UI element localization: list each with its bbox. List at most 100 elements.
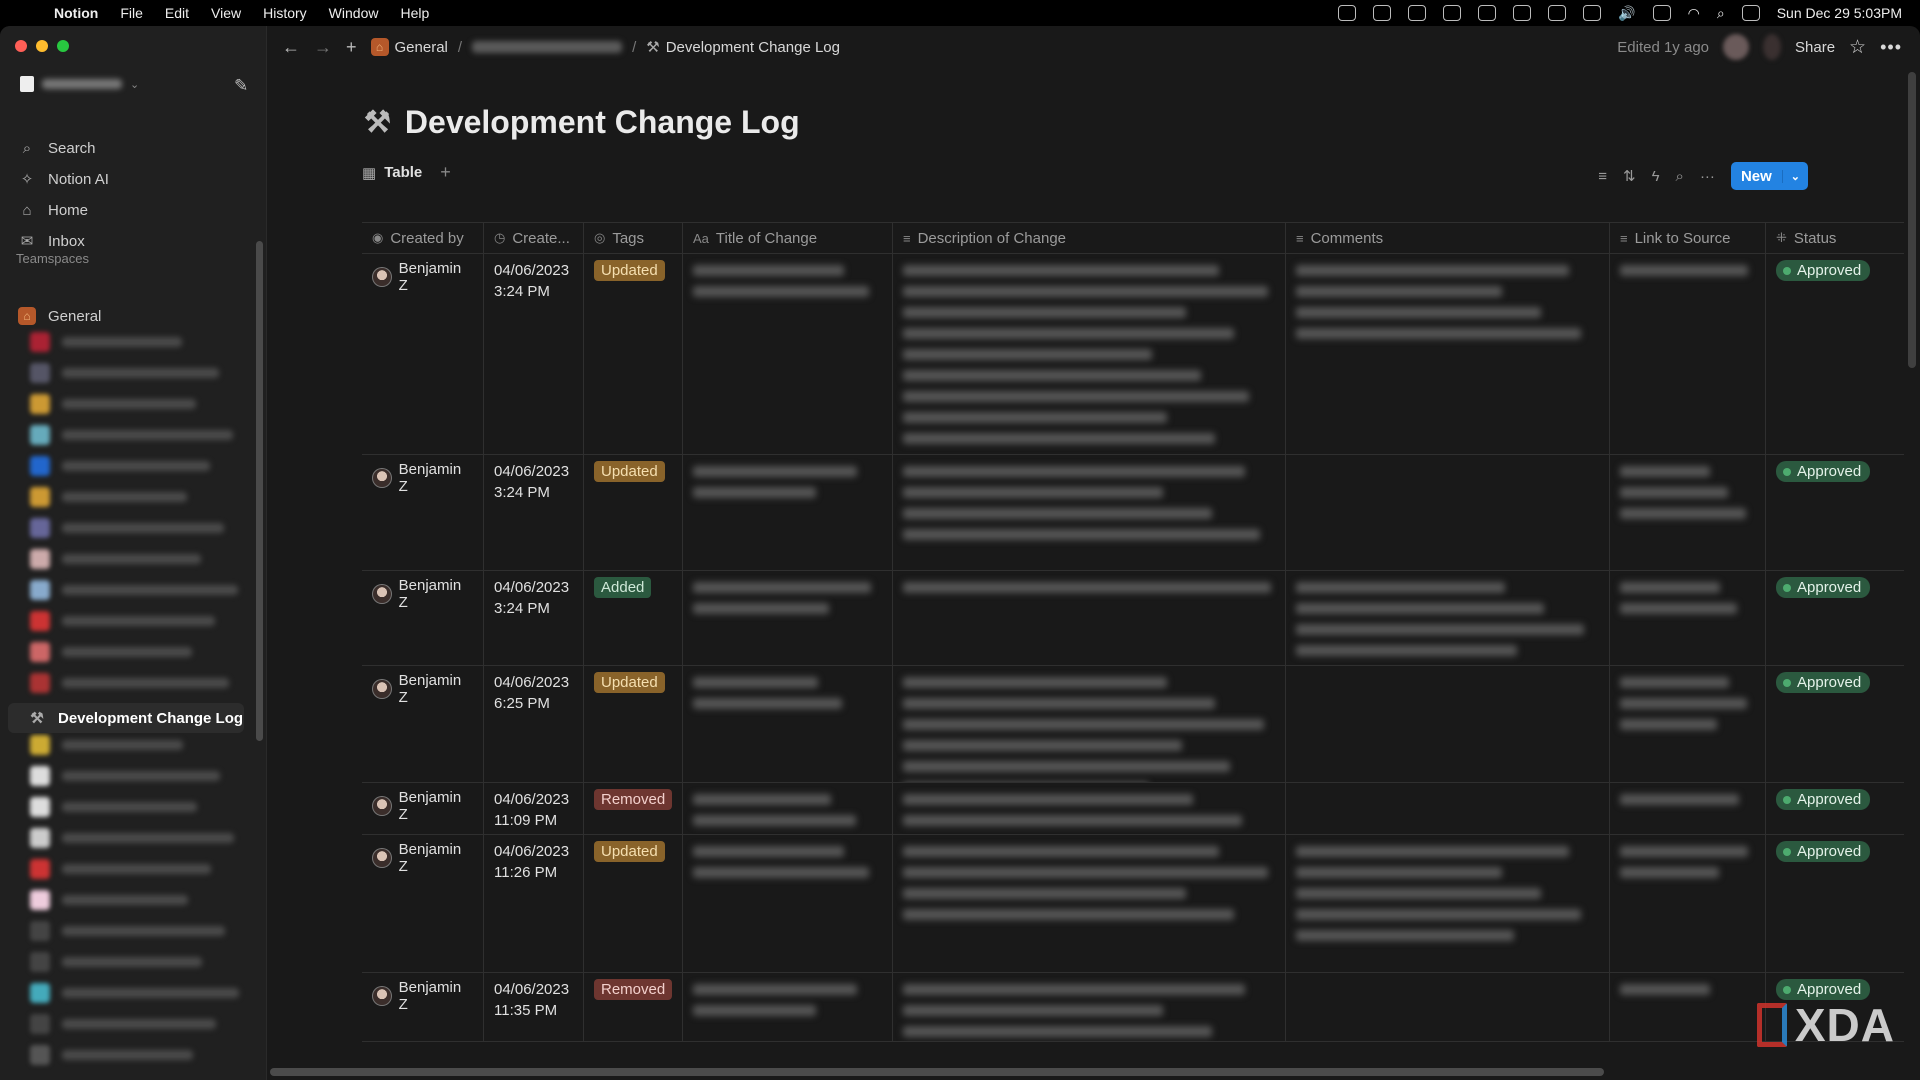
- column-header[interactable]: ≡ Link to Source: [1610, 223, 1766, 253]
- sidebar-page-item[interactable]: [30, 394, 196, 414]
- menu-app[interactable]: Notion: [54, 5, 98, 21]
- status-badge[interactable]: Approved: [1776, 789, 1871, 810]
- blurred-cell[interactable]: [1286, 571, 1610, 665]
- sidebar-page-item[interactable]: [30, 580, 238, 600]
- minimize-window-button[interactable]: [36, 40, 48, 52]
- sidebar-page-item[interactable]: [30, 1045, 193, 1065]
- tag-badge[interactable]: Updated: [594, 841, 665, 862]
- blurred-cell[interactable]: [1610, 783, 1766, 834]
- blurred-cell[interactable]: [1286, 973, 1610, 1041]
- menu-file[interactable]: File: [120, 5, 143, 21]
- wifi-icon[interactable]: ◠: [1688, 5, 1700, 22]
- spotlight-icon[interactable]: ⌕: [1717, 5, 1725, 22]
- table-row[interactable]: Benjamin Z 04/06/2023 11:26 PM Updated Appro…: [362, 835, 1904, 973]
- tag-badge[interactable]: Added: [594, 577, 652, 598]
- blurred-cell[interactable]: [893, 783, 1286, 834]
- play-icon[interactable]: [1478, 5, 1497, 21]
- blurred-cell[interactable]: [1610, 254, 1766, 454]
- sort-icon[interactable]: ⇅: [1623, 167, 1636, 185]
- sidebar-page-item[interactable]: [30, 425, 233, 445]
- sidebar-page-item[interactable]: [30, 642, 192, 662]
- sidebar-page-item[interactable]: [30, 1014, 216, 1034]
- blurred-cell[interactable]: [683, 835, 893, 972]
- column-header[interactable]: ⁜ Status: [1766, 223, 1904, 253]
- sidebar-page-item[interactable]: [30, 549, 201, 569]
- status-badge[interactable]: Approved: [1776, 461, 1871, 482]
- sidebar-item-general[interactable]: ⌂ General: [8, 301, 244, 331]
- blurred-cell[interactable]: [893, 835, 1286, 972]
- more-icon[interactable]: ···: [1700, 168, 1715, 185]
- notion-status-icon[interactable]: [1443, 5, 1462, 21]
- sidebar-page-item[interactable]: [30, 828, 234, 848]
- status-app-icon[interactable]: [1408, 5, 1427, 21]
- blurred-cell[interactable]: [893, 571, 1286, 665]
- vertical-scrollbar[interactable]: [1908, 72, 1916, 368]
- blurred-cell[interactable]: [683, 571, 893, 665]
- blurred-cell[interactable]: [893, 254, 1286, 454]
- column-header[interactable]: ≡ Description of Change: [893, 223, 1286, 253]
- close-window-button[interactable]: [15, 40, 27, 52]
- chevron-down-icon[interactable]: ⌄: [1781, 169, 1808, 183]
- filter-icon[interactable]: ≡: [1598, 168, 1607, 185]
- new-button-label[interactable]: New: [1731, 168, 1782, 185]
- automation-icon[interactable]: ϟ: [1652, 168, 1660, 185]
- menu-view[interactable]: View: [211, 5, 241, 21]
- sidebar-item-search[interactable]: ⌕ Search: [8, 133, 244, 163]
- sidebar-page-item[interactable]: [30, 890, 188, 910]
- blurred-cell[interactable]: [1286, 783, 1610, 834]
- blurred-cell[interactable]: [683, 666, 893, 782]
- blurred-cell[interactable]: [683, 783, 893, 834]
- clock[interactable]: Sun Dec 29 5:03PM: [1777, 5, 1902, 21]
- sidebar-page-item[interactable]: [30, 673, 229, 693]
- blurred-cell[interactable]: [1610, 835, 1766, 972]
- sidebar-page-item[interactable]: [30, 735, 183, 755]
- column-header[interactable]: ◎ Tags: [584, 223, 683, 253]
- workspace-switcher[interactable]: ⌄: [20, 76, 139, 92]
- new-button[interactable]: New ⌄: [1730, 162, 1808, 190]
- forward-icon[interactable]: →: [314, 37, 332, 58]
- table-row[interactable]: Benjamin Z 04/06/2023 6:25 PM Updated Approv…: [362, 666, 1904, 783]
- sidebar-page-item[interactable]: [30, 363, 219, 383]
- shield-icon[interactable]: [1513, 5, 1532, 21]
- tab-table[interactable]: Table: [384, 164, 422, 181]
- sidebar-page-item[interactable]: [30, 983, 239, 1003]
- blurred-cell[interactable]: [1286, 455, 1610, 570]
- blurred-cell[interactable]: [683, 254, 893, 454]
- blurred-cell[interactable]: [683, 455, 893, 570]
- blurred-cell[interactable]: [1610, 666, 1766, 782]
- status-badge[interactable]: Approved: [1776, 260, 1871, 281]
- tag-badge[interactable]: Updated: [594, 672, 665, 693]
- blurred-cell[interactable]: [1610, 571, 1766, 665]
- blurred-cell[interactable]: [893, 455, 1286, 570]
- sidebar-page-item[interactable]: [30, 859, 211, 879]
- table-row[interactable]: Benjamin Z 04/06/2023 11:09 PM Removed Appro…: [362, 783, 1904, 835]
- new-page-icon[interactable]: ✎: [234, 76, 248, 96]
- sidebar-page-item[interactable]: [30, 487, 187, 507]
- blurred-cell[interactable]: [1610, 973, 1766, 1041]
- share-button[interactable]: Share: [1795, 39, 1835, 56]
- sidebar-page-item[interactable]: [30, 952, 202, 972]
- sidebar-item-development-change-log[interactable]: ⚒ Development Change Log: [8, 703, 244, 733]
- blurred-cell[interactable]: [1286, 666, 1610, 782]
- sidebar-page-item[interactable]: [30, 797, 197, 817]
- page-title-text[interactable]: Development Change Log: [405, 104, 800, 141]
- column-header[interactable]: Aa Title of Change: [683, 223, 893, 253]
- sidebar-scrollbar[interactable]: [256, 241, 263, 741]
- battery-icon[interactable]: [1652, 5, 1671, 21]
- sidebar-page-item[interactable]: [30, 456, 210, 476]
- more-icon[interactable]: •••: [1880, 37, 1902, 58]
- menu-window[interactable]: Window: [329, 5, 379, 21]
- horizontal-scrollbar[interactable]: [270, 1068, 1604, 1076]
- column-header[interactable]: ◉ Created by: [362, 223, 484, 253]
- status-app-icon[interactable]: [1338, 5, 1357, 21]
- blurred-cell[interactable]: [893, 666, 1286, 782]
- window-icon[interactable]: [1583, 5, 1602, 21]
- status-app-icon[interactable]: [1373, 5, 1392, 21]
- breadcrumb-current[interactable]: Development Change Log: [666, 39, 840, 56]
- blurred-cell[interactable]: [1610, 455, 1766, 570]
- status-badge[interactable]: Approved: [1776, 577, 1871, 598]
- tag-badge[interactable]: Removed: [594, 789, 673, 810]
- zoom-window-button[interactable]: [57, 40, 69, 52]
- sidebar-page-item[interactable]: [30, 518, 224, 538]
- control-center-icon[interactable]: [1741, 5, 1760, 21]
